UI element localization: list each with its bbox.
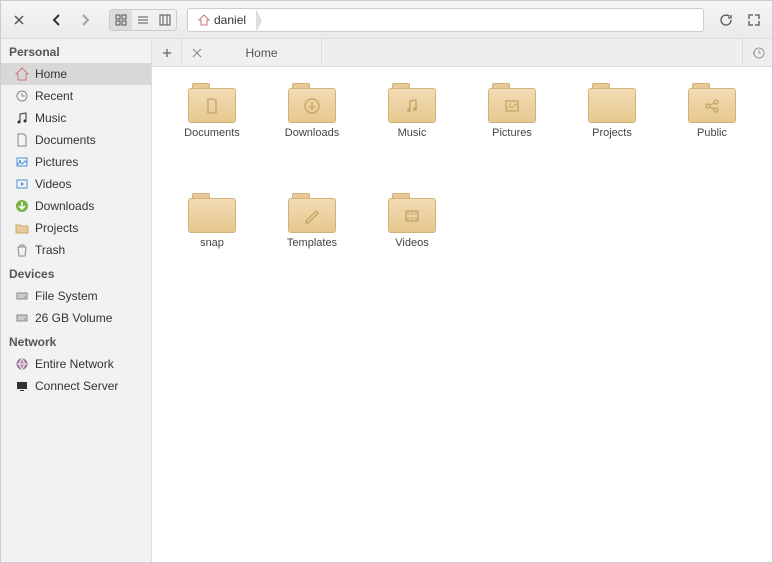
- tab-home[interactable]: Home: [182, 39, 322, 66]
- sidebar-section-header: Network: [1, 329, 151, 353]
- sidebar-item-documents[interactable]: Documents: [1, 129, 151, 151]
- folder-snap[interactable]: snap: [162, 193, 262, 283]
- sidebar-item-label: File System: [35, 289, 98, 303]
- history-button[interactable]: [742, 39, 772, 66]
- icon-view-button[interactable]: [110, 10, 132, 30]
- trash-icon: [15, 243, 29, 257]
- sidebar-item-downloads[interactable]: Downloads: [1, 195, 151, 217]
- sidebar-item-recent[interactable]: Recent: [1, 85, 151, 107]
- folder-projects[interactable]: Projects: [562, 83, 662, 173]
- pictures-icon: [15, 155, 29, 169]
- folder-label: snap: [200, 237, 224, 249]
- folder-label: Templates: [287, 237, 337, 249]
- folder-icon: [288, 83, 336, 123]
- sidebar-item-label: Trash: [35, 243, 65, 257]
- disk-icon: [15, 289, 29, 303]
- sidebar-item-label: Home: [35, 67, 67, 81]
- tab-bar: Home: [152, 39, 772, 67]
- view-mode-group: [109, 9, 177, 31]
- sidebar-item-label: Entire Network: [35, 357, 114, 371]
- sidebar-item-videos[interactable]: Videos: [1, 173, 151, 195]
- main-area: Home Documents Downloads Music Pictures Proj…: [152, 39, 772, 562]
- folder-label: Music: [398, 127, 427, 139]
- folder-music[interactable]: Music: [362, 83, 462, 173]
- home-icon: [198, 14, 210, 26]
- toolbar: daniel: [1, 1, 772, 39]
- sidebar-item-label: Connect Server: [35, 379, 118, 393]
- folder-icon: [188, 193, 236, 233]
- file-manager-window: daniel PersonalHomeRecentMusicDocumentsP…: [0, 0, 773, 563]
- downloads-icon: [15, 199, 29, 213]
- sidebar: Personal Home Recent Music Documents Pictures…: [1, 39, 152, 562]
- sidebar-item-label: Music: [35, 111, 66, 125]
- sidebar-item-projects[interactable]: Projects: [1, 217, 151, 239]
- folder-pictures[interactable]: Pictures: [462, 83, 562, 173]
- sidebar-item-label: Recent: [35, 89, 73, 103]
- folder-icon: [688, 83, 736, 123]
- tab-label: Home: [210, 46, 313, 60]
- forward-button[interactable]: [73, 8, 97, 32]
- folder-icon: [288, 193, 336, 233]
- sidebar-item-pictures[interactable]: Pictures: [1, 151, 151, 173]
- folder-grid: Documents Downloads Music Pictures Projects P…: [152, 67, 772, 562]
- folder-icon: [588, 83, 636, 123]
- folder-downloads[interactable]: Downloads: [262, 83, 362, 173]
- disk-icon: [15, 311, 29, 325]
- sidebar-item-label: 26 GB Volume: [35, 311, 112, 325]
- reload-button[interactable]: [714, 8, 738, 32]
- close-tab-icon[interactable]: [190, 46, 204, 60]
- sidebar-item-entire-network[interactable]: Entire Network: [1, 353, 151, 375]
- sidebar-item-music[interactable]: Music: [1, 107, 151, 129]
- folder-templates[interactable]: Templates: [262, 193, 362, 283]
- back-button[interactable]: [45, 8, 69, 32]
- folder-documents[interactable]: Documents: [162, 83, 262, 173]
- sidebar-item-connect-server[interactable]: Connect Server: [1, 375, 151, 397]
- list-view-button[interactable]: [132, 10, 154, 30]
- maximize-button[interactable]: [742, 8, 766, 32]
- close-window-button[interactable]: [7, 8, 31, 32]
- folder-public[interactable]: Public: [662, 83, 762, 173]
- screen-icon: [15, 379, 29, 393]
- sidebar-item-trash[interactable]: Trash: [1, 239, 151, 261]
- folder-label: Projects: [592, 127, 632, 139]
- breadcrumb-segment-home[interactable]: daniel: [188, 9, 256, 31]
- folder-label: Documents: [184, 127, 240, 139]
- sidebar-item-home[interactable]: Home: [1, 63, 151, 85]
- breadcrumb[interactable]: daniel: [187, 8, 704, 32]
- folder-label: Downloads: [285, 127, 339, 139]
- folder-label: Public: [697, 127, 727, 139]
- sidebar-item-26-gb-volume[interactable]: 26 GB Volume: [1, 307, 151, 329]
- sidebar-section-header: Personal: [1, 39, 151, 63]
- document-icon: [15, 133, 29, 147]
- recent-icon: [15, 89, 29, 103]
- sidebar-item-label: Projects: [35, 221, 78, 235]
- videos-icon: [15, 177, 29, 191]
- main-body: Personal Home Recent Music Documents Pictures…: [1, 39, 772, 562]
- column-view-button[interactable]: [154, 10, 176, 30]
- sidebar-item-label: Videos: [35, 177, 71, 191]
- new-tab-button[interactable]: [152, 39, 182, 66]
- breadcrumb-label: daniel: [214, 13, 246, 27]
- folder-label: Videos: [395, 237, 428, 249]
- sidebar-item-label: Documents: [35, 133, 96, 147]
- music-icon: [15, 111, 29, 125]
- sidebar-item-label: Downloads: [35, 199, 94, 213]
- folder-videos[interactable]: Videos: [362, 193, 462, 283]
- folder-icon: [388, 83, 436, 123]
- folder-icon: [15, 221, 29, 235]
- folder-label: Pictures: [492, 127, 532, 139]
- home-icon: [15, 67, 29, 81]
- sidebar-item-label: Pictures: [35, 155, 78, 169]
- sidebar-item-file-system[interactable]: File System: [1, 285, 151, 307]
- folder-icon: [188, 83, 236, 123]
- network-icon: [15, 357, 29, 371]
- folder-icon: [488, 83, 536, 123]
- sidebar-section-header: Devices: [1, 261, 151, 285]
- folder-icon: [388, 193, 436, 233]
